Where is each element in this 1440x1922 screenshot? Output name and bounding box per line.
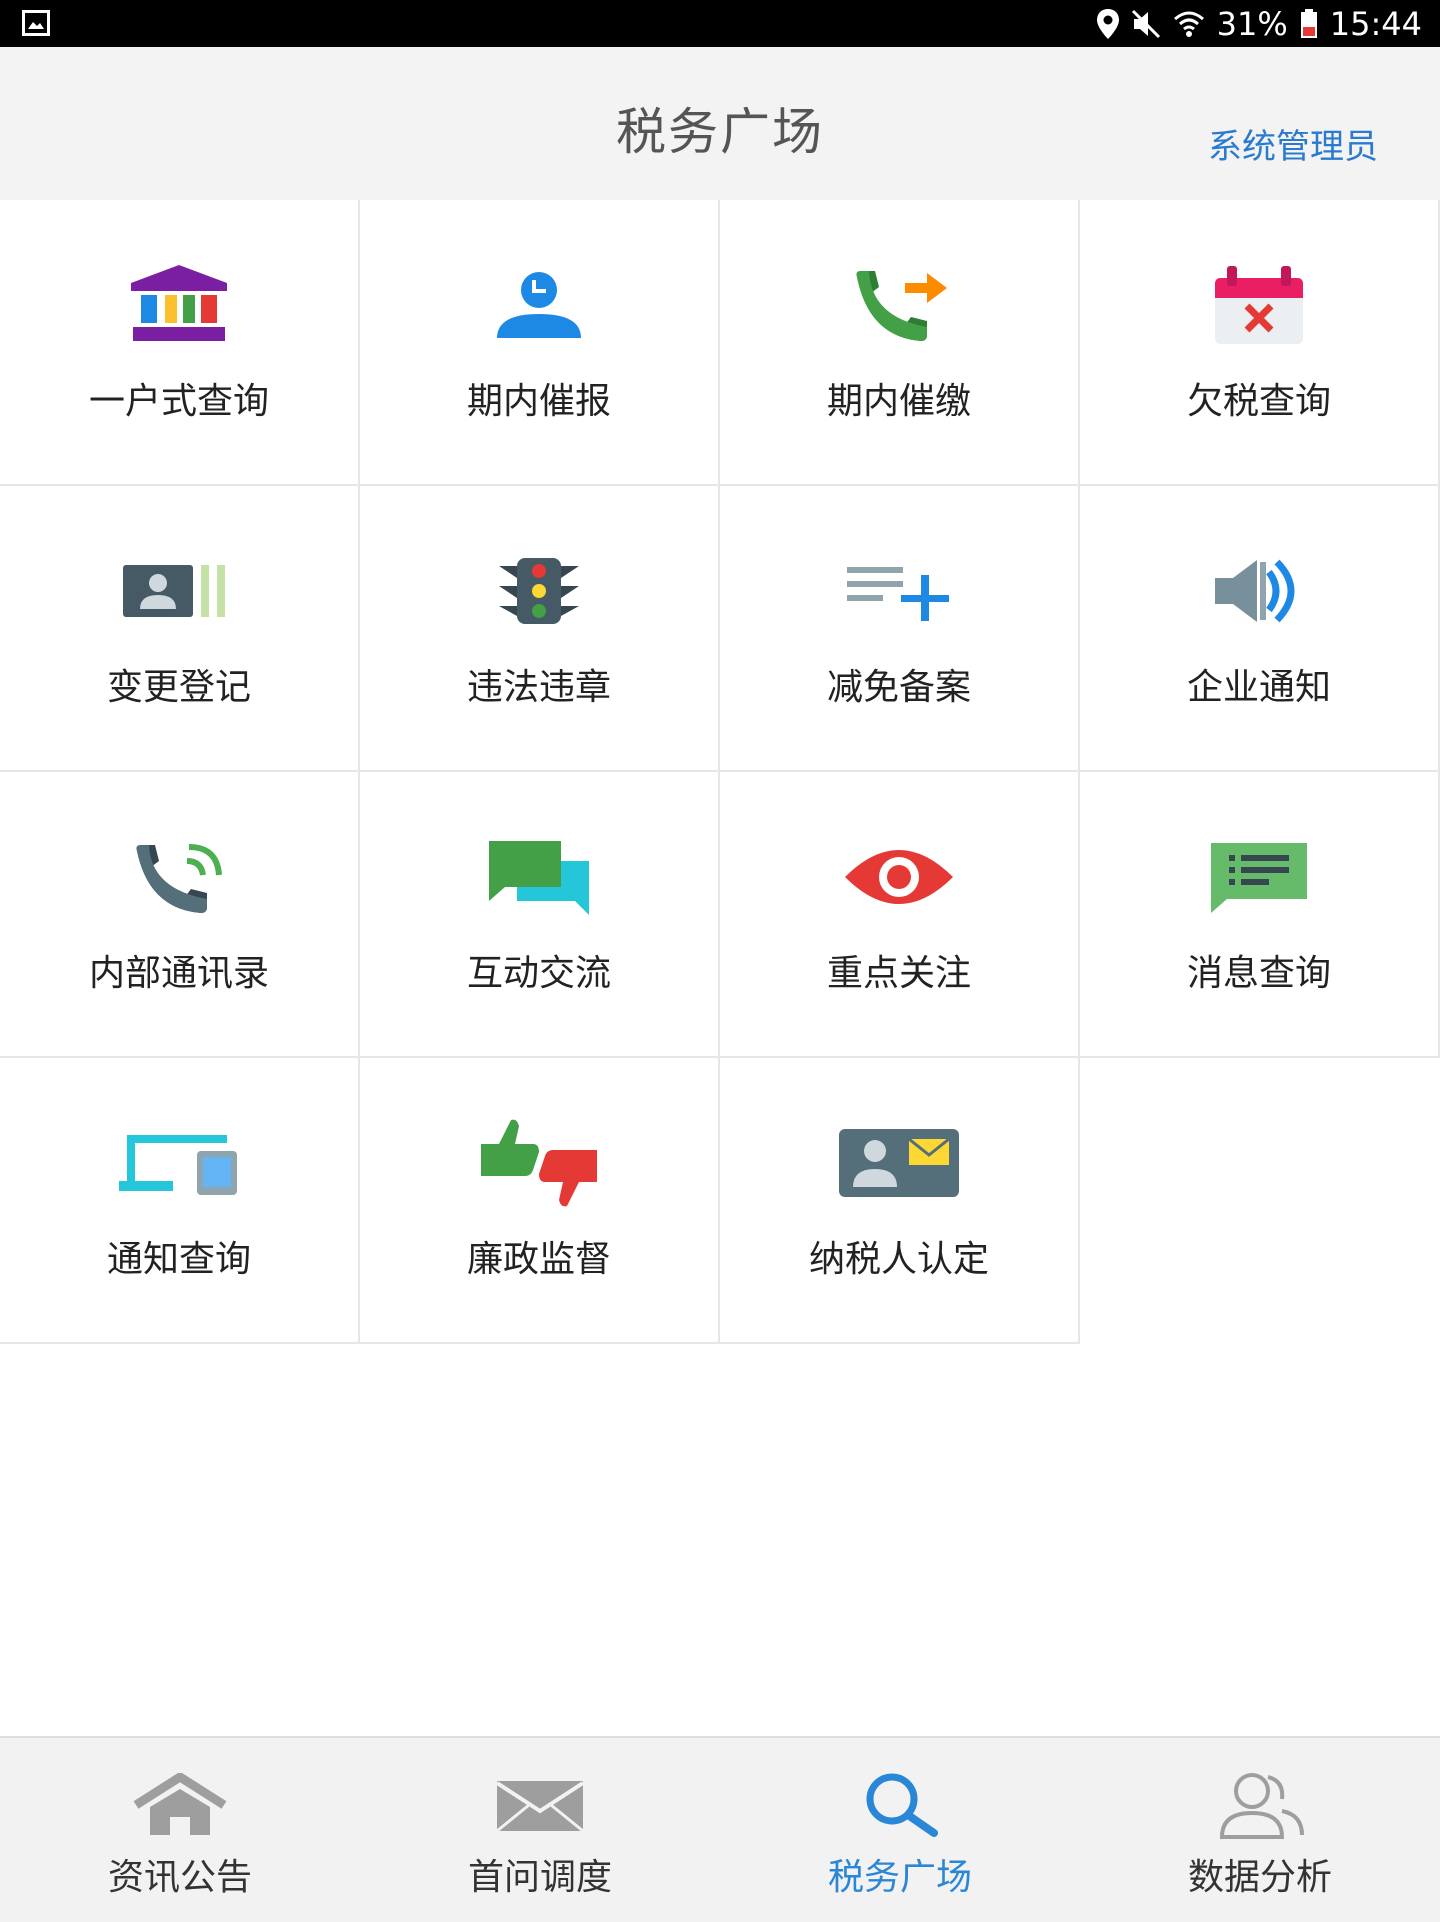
- contact-mail-icon: [720, 1113, 1078, 1213]
- grid-item-reduction-filing[interactable]: 减免备案: [720, 486, 1080, 772]
- grid-item-label: 重点关注: [826, 953, 971, 994]
- battery-icon: [1300, 8, 1318, 39]
- tab-first-inquiry-dispatch[interactable]: 首问调度: [360, 1738, 720, 1922]
- grid-item-notification-query[interactable]: 通知查询: [0, 1058, 360, 1344]
- grid-item-label: 一户式查询: [88, 381, 269, 422]
- tab-label: 首问调度: [467, 1857, 612, 1898]
- grid-item-label: 期内催缴: [826, 381, 971, 422]
- bank-icon: [0, 255, 358, 355]
- phone-in-talk-icon: [0, 827, 358, 927]
- grid-item-label: 通知查询: [106, 1239, 251, 1280]
- eye-icon: [720, 827, 1078, 927]
- phone-forward-icon: [720, 255, 1078, 355]
- tab-news-announcements[interactable]: 资讯公告: [0, 1738, 360, 1922]
- grid-item-label: 内部通讯录: [88, 953, 269, 994]
- grid-item-period-report-reminder[interactable]: 期内催报: [360, 200, 720, 486]
- speaker-icon: [1080, 541, 1438, 641]
- calendar-cancel-icon: [1080, 255, 1438, 355]
- grid-item-label: 欠税查询: [1186, 381, 1331, 422]
- admin-link[interactable]: 系统管理员: [1208, 119, 1378, 168]
- grid-item-interactive-exchange[interactable]: 互动交流: [360, 772, 720, 1058]
- mail-icon: [360, 1760, 720, 1850]
- tab-label: 税务广场: [827, 1857, 972, 1898]
- grid-item-violations[interactable]: 违法违章: [360, 486, 720, 772]
- grid-item-enterprise-notice[interactable]: 企业通知: [1080, 486, 1440, 772]
- tab-label: 资讯公告: [107, 1857, 252, 1898]
- grid-item-taxpayer-certification[interactable]: 纳税人认定: [720, 1058, 1080, 1344]
- image-notification-icon: [22, 10, 50, 36]
- user-clock-icon: [360, 255, 718, 355]
- app-header: 税务广场 系统管理员: [0, 47, 1440, 200]
- grid-item-internal-directory[interactable]: 内部通讯录: [0, 772, 360, 1058]
- grid-item-label: 廉政监督: [466, 1239, 611, 1280]
- grid-item-message-query[interactable]: 消息查询: [1080, 772, 1440, 1058]
- grid-item-label: 期内催报: [466, 381, 611, 422]
- message-list-icon: [1080, 827, 1438, 927]
- chat-bubbles-icon: [360, 827, 718, 927]
- battery-text: 31%: [1216, 4, 1288, 43]
- users-icon: [1080, 1760, 1440, 1850]
- grid-item-household-query[interactable]: 一户式查询: [0, 200, 360, 486]
- mute-icon: [1131, 9, 1161, 39]
- id-card-icon: [0, 541, 358, 641]
- status-bar: 31% 15:44: [0, 0, 1440, 47]
- tab-data-analysis[interactable]: 数据分析: [1080, 1738, 1440, 1922]
- location-icon: [1096, 8, 1119, 39]
- grid-item-key-focus[interactable]: 重点关注: [720, 772, 1080, 1058]
- grid-item-period-payment-reminder[interactable]: 期内催缴: [720, 200, 1080, 486]
- home-icon: [0, 1760, 360, 1850]
- thumbs-up-down-icon: [360, 1113, 718, 1213]
- grid-item-change-registration[interactable]: 变更登记: [0, 486, 360, 772]
- devices-icon: [0, 1113, 358, 1213]
- clock-text: 15:44: [1329, 4, 1422, 43]
- grid-item-integrity-supervision[interactable]: 廉政监督: [360, 1058, 720, 1344]
- grid-item-label: 减免备案: [826, 667, 971, 708]
- grid-item-label: 互动交流: [466, 953, 611, 994]
- tab-label: 数据分析: [1187, 1857, 1332, 1898]
- playlist-add-icon: [720, 541, 1078, 641]
- grid-item-label: 纳税人认定: [808, 1239, 989, 1280]
- wifi-icon: [1173, 9, 1205, 39]
- traffic-light-icon: [360, 541, 718, 641]
- grid-item-label: 消息查询: [1186, 953, 1331, 994]
- grid-item-label: 变更登记: [106, 667, 251, 708]
- grid-item-label: 违法违章: [466, 667, 611, 708]
- grid-item-tax-arrears-query[interactable]: 欠税查询: [1080, 200, 1440, 486]
- bottom-nav: 资讯公告 首问调度 税务广场 数据分析: [0, 1736, 1440, 1922]
- search-icon: [720, 1760, 1080, 1850]
- tab-tax-square[interactable]: 税务广场: [720, 1738, 1080, 1922]
- grid-item-label: 企业通知: [1186, 667, 1331, 708]
